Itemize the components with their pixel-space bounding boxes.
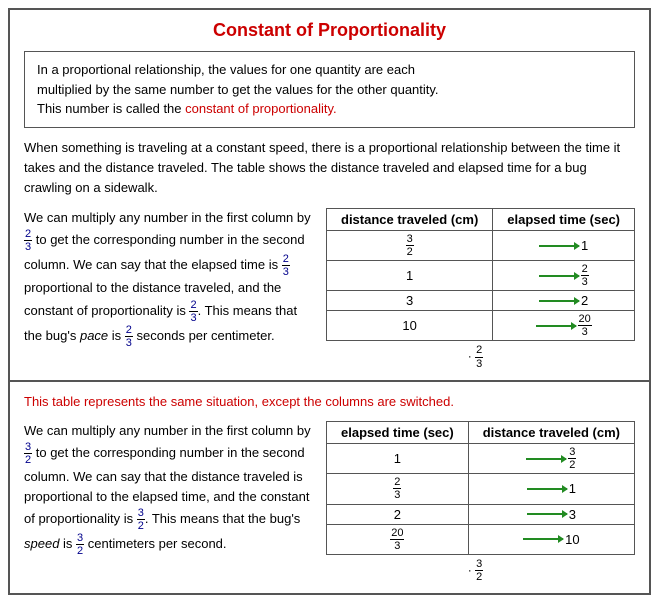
- multiplier-label-1: · 23: [468, 344, 493, 369]
- content-row-2: We can multiply any number in the first …: [24, 421, 635, 583]
- frac-2-3-c: 23: [189, 303, 197, 318]
- table1-col2-header: elapsed time (sec): [493, 208, 635, 230]
- pace-word: pace: [80, 328, 108, 343]
- top-section: Constant of Proportionality In a proport…: [10, 10, 649, 382]
- bottom-intro-red: This table represents the same situation…: [24, 394, 454, 409]
- data-table-1: distance traveled (cm) elapsed time (sec…: [326, 208, 635, 342]
- green-arrow-icon: [523, 538, 563, 540]
- intro-line2: multiplied by the same number to get the…: [37, 80, 622, 100]
- table-row: 203 10: [327, 524, 635, 554]
- intro-text-1: In a proportional relationship, the valu…: [37, 62, 415, 77]
- left-paragraph-2: We can multiply any number in the first …: [24, 421, 316, 557]
- table2-r1c2: 32: [468, 444, 634, 474]
- table1-r2c1: 1: [327, 261, 493, 291]
- intro-text-2: multiplied by the same number to get the…: [37, 82, 439, 97]
- table1-r3c2: 2: [493, 291, 635, 311]
- page-title: Constant of Proportionality: [24, 20, 635, 41]
- intro-line3: This number is called the constant of pr…: [37, 99, 622, 119]
- intro-box: In a proportional relationship, the valu…: [24, 51, 635, 128]
- table1-r1c1: 32: [327, 230, 493, 260]
- left-text-1: We can multiply any number in the first …: [24, 208, 316, 349]
- intro-line1: In a proportional relationship, the valu…: [37, 60, 622, 80]
- table1-r3c1: 3: [327, 291, 493, 311]
- green-arrow-icon: [536, 325, 576, 327]
- table1-col1-header: distance traveled (cm): [327, 208, 493, 230]
- data-table-2: elapsed time (sec) distance traveled (cm…: [326, 421, 635, 555]
- green-arrow-icon: [539, 245, 579, 247]
- bottom-section: This table represents the same situation…: [10, 382, 649, 593]
- green-arrow-icon: [527, 488, 567, 490]
- table-area-1: distance traveled (cm) elapsed time (sec…: [326, 208, 635, 370]
- frac-3-2-c: 32: [76, 536, 84, 551]
- main-container: Constant of Proportionality In a proport…: [8, 8, 651, 595]
- intro-text-3a: This number is called the: [37, 101, 185, 116]
- green-arrow-icon: [526, 458, 566, 460]
- frac-3-2-a: 32: [24, 445, 32, 460]
- table1-r1c2: 1: [493, 230, 635, 260]
- left-paragraph-1: We can multiply any number in the first …: [24, 208, 316, 349]
- table2-r4c2: 10: [468, 524, 634, 554]
- table2-r2c1: 23: [327, 474, 469, 504]
- table-row: 1 32: [327, 444, 635, 474]
- table1-r2c2: 23: [493, 261, 635, 291]
- table-row: 2 3: [327, 504, 635, 524]
- frac-3-2-b: 32: [137, 511, 145, 526]
- table2-r3c2: 3: [468, 504, 634, 524]
- frac-2-3-d: 23: [125, 328, 133, 343]
- table-row: 10 203: [327, 311, 635, 341]
- table2-col1-header: elapsed time (sec): [327, 422, 469, 444]
- table-row: 23 1: [327, 474, 635, 504]
- speed-word: speed: [24, 536, 59, 551]
- frac-2-3-b: 23: [282, 257, 290, 272]
- left-text-2: We can multiply any number in the first …: [24, 421, 316, 557]
- table2-r4c1: 203: [327, 524, 469, 554]
- table-row: 1 23: [327, 261, 635, 291]
- green-arrow-icon: [539, 275, 579, 277]
- content-row-1: We can multiply any number in the first …: [24, 208, 635, 370]
- table-row: 32 1: [327, 230, 635, 260]
- table2-r1c1: 1: [327, 444, 469, 474]
- green-arrow-icon: [539, 300, 579, 302]
- table-area-2: elapsed time (sec) distance traveled (cm…: [326, 421, 635, 583]
- table2-r2c2: 1: [468, 474, 634, 504]
- frac-2-3-a: 23: [24, 232, 32, 247]
- description-text: When something is traveling at a constan…: [24, 138, 635, 198]
- intro-text-3b: constant of proportionality.: [185, 101, 337, 116]
- table2-r3c1: 2: [327, 504, 469, 524]
- multiplier-label-2: · 32: [468, 558, 493, 583]
- table1-r4c2: 203: [493, 311, 635, 341]
- green-arrow-icon: [527, 513, 567, 515]
- table-row: 3 2: [327, 291, 635, 311]
- bottom-intro-text: This table represents the same situation…: [24, 392, 635, 412]
- table2-col2-header: distance traveled (cm): [468, 422, 634, 444]
- table1-r4c1: 10: [327, 311, 493, 341]
